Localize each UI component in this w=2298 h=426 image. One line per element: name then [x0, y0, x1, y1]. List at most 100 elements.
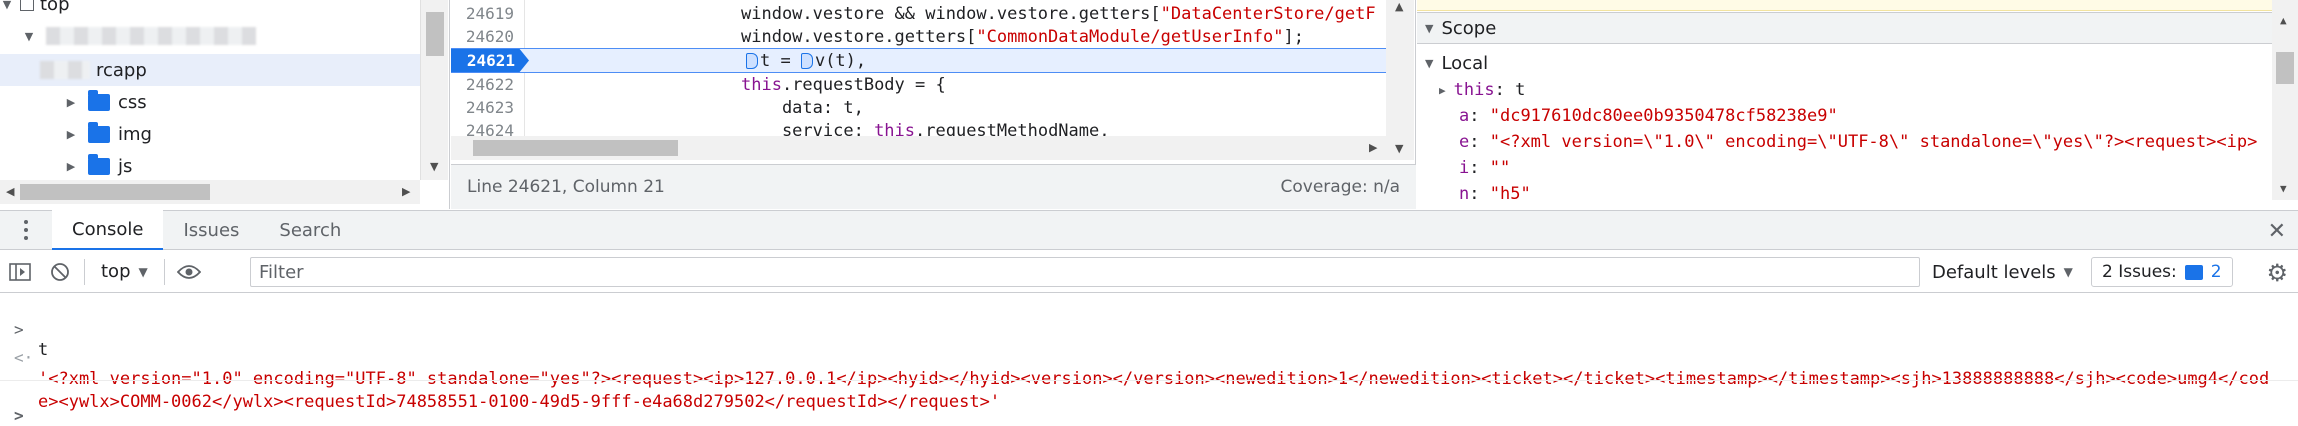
collapse-triangle-icon[interactable]: ▼: [1425, 57, 1433, 70]
issues-button[interactable]: 2 Issues: 2: [2091, 257, 2233, 287]
expand-triangle-icon[interactable]: ▼: [0, 0, 14, 11]
clear-console-icon[interactable]: [40, 251, 80, 293]
inline-breakpoint-icon[interactable]: [800, 52, 813, 69]
tree-horizontal-scrollbar[interactable]: ◀ ▶: [0, 180, 420, 204]
line-number[interactable]: 24622: [451, 75, 524, 94]
code-line[interactable]: 24619 window.vestore && window.vestore.g…: [451, 2, 1386, 25]
tab-search[interactable]: Search: [259, 210, 361, 250]
redacted-origin: [46, 27, 256, 45]
console-result[interactable]: <· '<?xml version="1.0" encoding="UTF-8"…: [0, 328, 2298, 412]
folder-icon: [88, 121, 110, 143]
scroll-down-arrow-icon[interactable]: ▼: [2280, 182, 2287, 195]
tree-vertical-scrollbar[interactable]: ▼: [420, 0, 448, 180]
tab-issues[interactable]: Issues: [163, 210, 259, 250]
scroll-thumb[interactable]: [2276, 52, 2294, 84]
scope-var[interactable]: n: "h5": [1459, 181, 1531, 207]
code-editor: 24619 window.vestore && window.vestore.g…: [451, 0, 1416, 209]
scroll-down-arrow-icon[interactable]: ▼: [430, 160, 438, 173]
expand-triangle-icon[interactable]: ▶: [1439, 84, 1446, 97]
console-input-line[interactable]: > t: [0, 300, 2298, 360]
console-settings-gear-icon[interactable]: ⚙: [2266, 259, 2288, 287]
scroll-thumb[interactable]: [473, 140, 678, 156]
tree-folder-js[interactable]: ▶ js: [0, 150, 420, 182]
redacted-folder: [40, 61, 90, 79]
code-line[interactable]: 24624 service: this.requestMethodName,: [451, 119, 1386, 137]
scope-var[interactable]: a: "dc917610dc80ee0b9350478cf58238e9": [1459, 103, 1838, 129]
scope-local[interactable]: ▼ Local: [1425, 50, 1488, 76]
context-selector[interactable]: top ▼: [89, 261, 160, 282]
issue-message-icon: [2184, 264, 2203, 280]
tree-item-label: img: [118, 123, 152, 145]
frame-icon: [20, 0, 34, 11]
expand-triangle-icon[interactable]: ▶: [64, 96, 78, 109]
breakpoint-marker[interactable]: 24621: [451, 49, 529, 72]
expand-triangle-icon[interactable]: ▼: [22, 30, 36, 43]
folder-icon: [88, 89, 110, 111]
scroll-left-arrow-icon[interactable]: ◀: [6, 185, 14, 198]
scope-vertical-scrollbar[interactable]: ▲ ▼: [2272, 0, 2298, 200]
scroll-right-arrow-icon[interactable]: ▶: [402, 185, 410, 198]
scope-var[interactable]: i: "": [1459, 155, 1510, 181]
folder-icon: [88, 153, 110, 175]
scope-title: Scope: [1441, 17, 1497, 39]
scope-panel: ▼ Scope ▼ Local ▶ this: t a: "dc917610dc…: [1417, 0, 2298, 209]
expand-triangle-icon[interactable]: ▶: [64, 128, 78, 141]
console-toolbar: top ▼ Default levels ▼ 2 Issues: 2 ⚙: [0, 251, 2298, 293]
prompt-chevron-icon: >: [14, 406, 24, 425]
scroll-up-arrow-icon[interactable]: ▲: [1395, 0, 1403, 13]
tree-item-origin[interactable]: ▼: [0, 20, 420, 52]
code-line[interactable]: 24623 data: t,: [451, 96, 1386, 119]
line-number[interactable]: 24620: [451, 27, 524, 46]
coverage-status[interactable]: Coverage: n/a: [1281, 177, 1401, 197]
line-number[interactable]: 24624: [451, 121, 524, 136]
tree-folder-img[interactable]: ▶ img: [0, 118, 420, 150]
scope-var-this[interactable]: ▶ this: t: [1439, 77, 1525, 103]
collapse-triangle-icon[interactable]: ▼: [1425, 22, 1433, 35]
tree-item-label: top: [40, 0, 70, 15]
tree-item-top[interactable]: ▼ top: [0, 0, 420, 20]
tree-folder-css[interactable]: ▶ css: [0, 86, 420, 118]
editor-horizontal-scrollbar[interactable]: ▶: [451, 136, 1386, 160]
tree-item-label: js: [118, 155, 133, 177]
code-area[interactable]: 24619 window.vestore && window.vestore.g…: [451, 0, 1386, 136]
tree-item-rcapp[interactable]: rcapp: [0, 54, 420, 86]
cursor-position[interactable]: Line 24621, Column 21: [467, 177, 665, 197]
scroll-down-arrow-icon[interactable]: ▼: [1395, 142, 1403, 155]
drawer-tab-bar: Console Issues Search ✕: [0, 210, 2298, 250]
context-value: top: [101, 261, 131, 282]
close-drawer-icon[interactable]: ✕: [2268, 219, 2286, 244]
file-tree: ▼ top ▼ rcapp ▶ css ▶ img ▶ js ▼ ◀ ▶: [0, 0, 450, 209]
result-arrow-icon: <·: [14, 348, 34, 367]
console-prompt[interactable]: >: [0, 386, 2298, 425]
scope-var[interactable]: e: "<?xml version=\"1.0\" encoding=\"UTF…: [1459, 129, 2257, 155]
line-number[interactable]: 24623: [451, 98, 524, 117]
paused-code-line[interactable]: 24621 t = v(t),: [451, 48, 1386, 73]
line-number[interactable]: 24619: [451, 4, 524, 23]
editor-vertical-scrollbar[interactable]: ▲ ▼: [1386, 0, 1414, 160]
scroll-thumb[interactable]: [20, 184, 210, 200]
editor-status-bar: Line 24621, Column 21 Coverage: n/a: [451, 164, 1416, 209]
code-text: service: this.requestMethodName,: [741, 120, 1110, 137]
tab-console[interactable]: Console: [52, 210, 164, 250]
more-tabs-icon[interactable]: [0, 220, 52, 240]
log-levels-dropdown[interactable]: Default levels ▼: [1932, 251, 2073, 293]
code-line[interactable]: 24622 this.requestBody = {: [451, 73, 1386, 96]
scroll-thumb[interactable]: [426, 12, 444, 56]
code-text: data: t,: [741, 97, 864, 118]
scroll-up-arrow-icon[interactable]: ▲: [2280, 14, 2287, 27]
console-filter-input[interactable]: [250, 257, 1920, 287]
toolbar-divider: [163, 258, 165, 285]
scope-local-label: Local: [1441, 52, 1489, 74]
dropdown-caret-icon: ▼: [2063, 265, 2073, 279]
scope-section-header[interactable]: ▼ Scope: [1417, 12, 2272, 44]
sources-panel: ▼ top ▼ rcapp ▶ css ▶ img ▶ js ▼ ◀ ▶ 246…: [0, 0, 2298, 209]
tree-item-label: css: [118, 91, 147, 113]
scroll-right-arrow-icon[interactable]: ▶: [1369, 141, 1377, 154]
live-expression-eye-icon[interactable]: [169, 251, 209, 293]
inline-breakpoint-icon[interactable]: [746, 52, 758, 69]
issues-count: 2: [2210, 262, 2222, 282]
code-text: this.requestBody = {: [741, 74, 946, 95]
sidebar-toggle-icon[interactable]: [0, 251, 40, 293]
expand-triangle-icon[interactable]: ▶: [64, 160, 78, 173]
code-line[interactable]: 24620 window.vestore.getters["CommonData…: [451, 25, 1386, 48]
